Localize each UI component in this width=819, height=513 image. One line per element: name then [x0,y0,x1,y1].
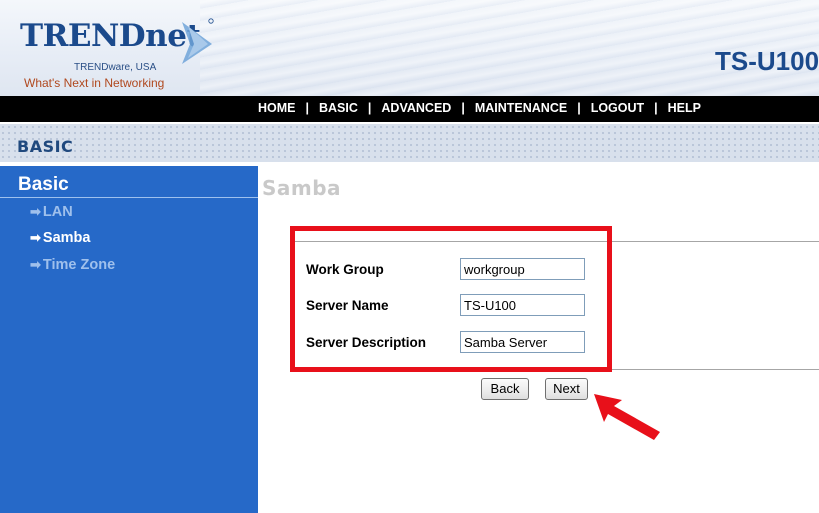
server-description-input[interactable] [460,331,585,353]
back-button[interactable]: Back [481,378,529,400]
sidebar-item-lan[interactable]: ➡ LAN [30,204,73,220]
section-banner: BASIC [0,122,819,166]
server-name-input[interactable] [460,294,585,316]
trendnet-logo[interactable]: TRENDnet TRENDware, USA What's Next in N… [20,14,214,94]
arrow-right-icon: ➡ [30,204,41,219]
nav-separator: | [577,101,581,115]
red-arrow-icon [594,394,660,440]
nav-separator: | [367,101,372,115]
nav-home[interactable]: HOME [258,101,296,115]
sidebar-item-samba[interactable]: ➡ Samba [30,230,90,246]
server-description-label: Server Description [306,335,427,350]
sidebar-divider [0,197,258,198]
sidebar: Basic ➡ LAN ➡ Samba ➡ Time Zone [0,166,258,513]
nav-items: HOME | BASIC | ADVANCED | MAINTENANCE | LOGOUT | H… [258,101,701,115]
arrow-right-icon: ➡ [30,257,41,272]
nav-logout[interactable]: LOGOUT [591,101,644,115]
logo-arrow-icon [182,18,214,64]
sidebar-item-label: LAN [42,204,73,220]
header: TRENDnet TRENDware, USA What's Next in N… [0,0,819,96]
logo-subtitle: TRENDware, USA [74,62,157,73]
logo-text: TRENDnet [20,18,201,54]
sidebar-item-label: Time Zone [42,257,116,273]
server-name-label: Server Name [306,298,389,313]
divider-bottom [290,369,819,370]
arrow-right-icon: ➡ [30,230,41,245]
nav-separator: | [654,101,658,115]
page-title: Samba [262,176,342,200]
section-title: BASIC [17,137,74,156]
nav-separator: | [305,101,310,115]
top-navbar: HOME | BASIC | ADVANCED | MAINTENANCE | LOGOUT | H… [0,96,819,122]
next-button[interactable]: Next [545,378,588,400]
divider-top [290,241,819,242]
nav-basic[interactable]: BASIC [319,101,358,115]
nav-maintenance[interactable]: MAINTENANCE [475,101,567,115]
sidebar-item-time-zone[interactable]: ➡ Time Zone [30,257,115,273]
work-group-input[interactable] [460,258,585,280]
work-group-label: Work Group [306,262,384,277]
nav-help[interactable]: HELP [668,101,701,115]
nav-separator: | [461,101,465,115]
model-name: TS-U100 [715,46,819,76]
nav-advanced[interactable]: ADVANCED [381,101,451,115]
sidebar-item-label: Samba [42,230,91,246]
sidebar-title: Basic [18,174,69,195]
logo-tagline: What's Next in Networking [24,76,165,90]
